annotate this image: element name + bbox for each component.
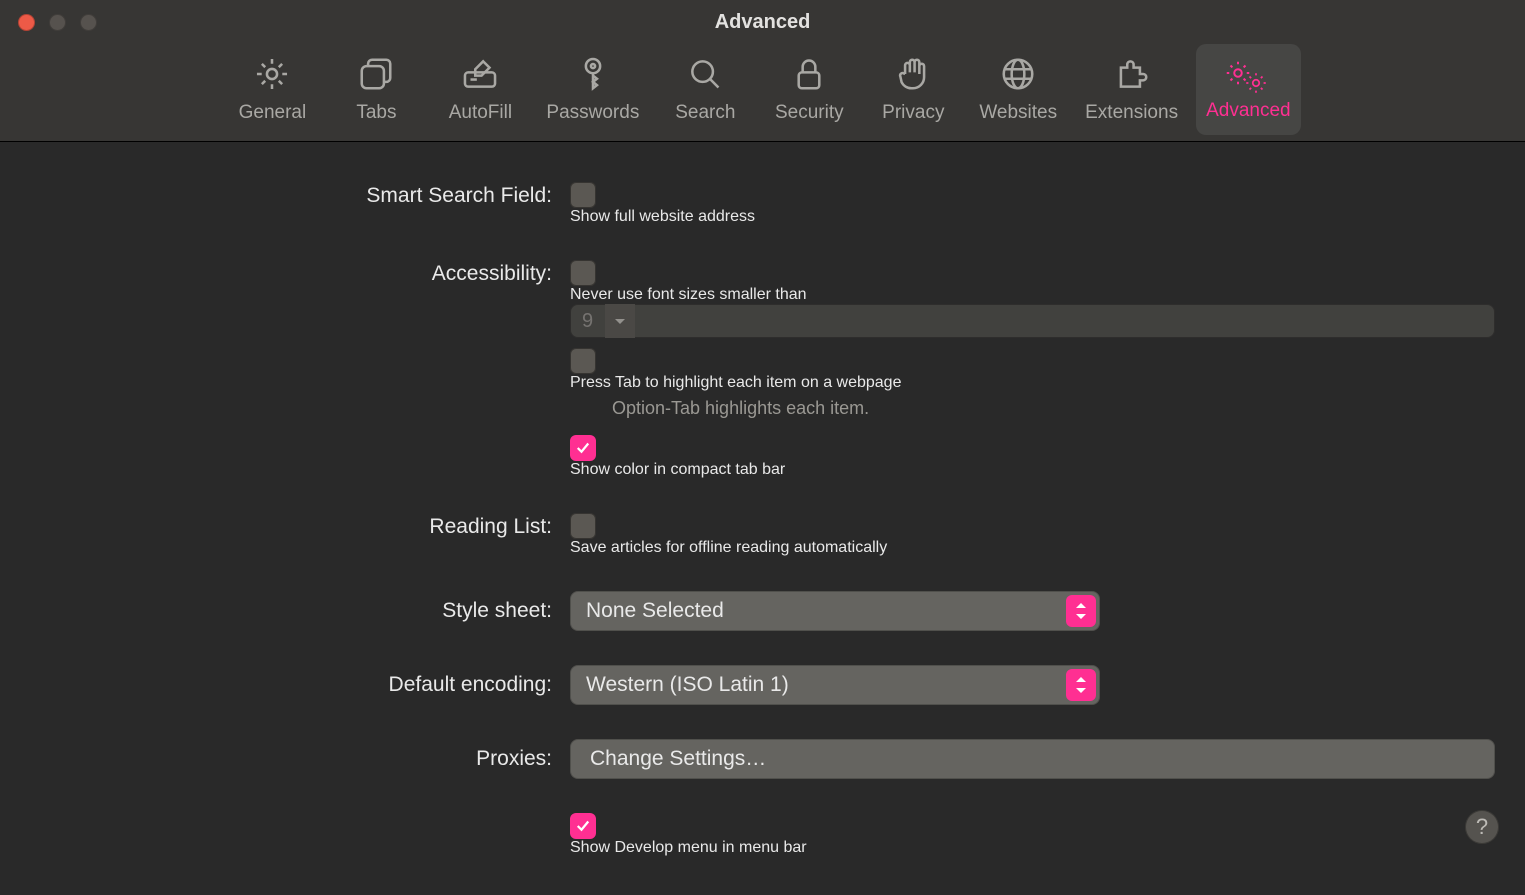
reading-list-section: Reading List: Save articles for offline … [30,513,1495,557]
tab-label: AutoFill [449,102,512,124]
tab-label: Websites [979,102,1057,124]
develop-section: Show Develop menu in menu bar [30,813,1495,857]
tab-extensions[interactable]: Extensions [1075,44,1188,135]
tab-general[interactable]: General [224,44,320,135]
proxies-section: Proxies: Change Settings… [30,739,1495,779]
section-label: Accessibility: [30,260,570,286]
encoding-section: Default encoding: Western (ISO Latin 1) [30,665,1495,705]
popup-arrows-icon [1066,669,1096,701]
hand-icon [894,55,932,98]
lock-icon [790,55,828,98]
help-label: ? [1476,814,1488,840]
style-sheet-value: None Selected [570,599,740,623]
compact-color-label: Show color in compact tab bar [570,461,785,478]
show-develop-checkbox[interactable] [570,813,596,839]
save-offline-label: Save articles for offline reading automa… [570,539,887,556]
change-settings-label: Change Settings… [590,747,766,771]
tab-advanced[interactable]: Advanced [1196,44,1301,135]
min-font-size-value: 9 [570,310,605,333]
help-button[interactable]: ? [1465,810,1499,844]
tab-label: Passwords [546,102,639,124]
tab-tabs[interactable]: Tabs [328,44,424,135]
pencil-field-icon [461,55,499,98]
advanced-pane: Smart Search Field: Show full website ad… [0,142,1525,895]
puzzle-icon [1113,55,1151,98]
min-font-size-checkbox[interactable] [570,260,596,286]
min-font-size-combo[interactable]: 9 [570,304,1495,338]
press-tab-checkbox[interactable] [570,348,596,374]
smart-search-section: Smart Search Field: Show full website ad… [30,182,1495,226]
key-icon [574,55,612,98]
tab-passwords[interactable]: Passwords [536,44,649,135]
style-sheet-section: Style sheet: None Selected [30,591,1495,631]
magnifying-glass-icon [686,55,724,98]
preferences-toolbar: General Tabs AutoFill Passwords Search S… [0,44,1525,142]
section-label: Proxies: [30,739,570,771]
tab-websites[interactable]: Websites [969,44,1067,135]
tab-security[interactable]: Security [761,44,857,135]
section-label: Style sheet: [30,591,570,623]
titlebar: Advanced [0,0,1525,44]
tab-label: Tabs [356,102,396,124]
change-settings-button[interactable]: Change Settings… [570,739,1495,779]
tab-label: Security [775,102,844,124]
tab-autofill[interactable]: AutoFill [432,44,528,135]
tabs-icon [357,55,395,98]
tab-label: Extensions [1085,102,1178,124]
press-tab-label: Press Tab to highlight each item on a we… [570,374,901,391]
section-label: Default encoding: [30,665,570,697]
tab-search[interactable]: Search [657,44,753,135]
section-label: Reading List: [30,513,570,539]
tab-label: General [239,102,307,124]
save-offline-checkbox[interactable] [570,513,596,539]
tab-privacy[interactable]: Privacy [865,44,961,135]
press-tab-hint: Option-Tab highlights each item. [612,398,1495,419]
show-full-address-label: Show full website address [570,208,755,225]
tab-label: Advanced [1206,100,1291,122]
section-label: Smart Search Field: [30,182,570,208]
tab-label: Search [675,102,735,124]
gear-icon [253,55,291,98]
window-title: Advanced [0,11,1525,34]
globe-icon [999,55,1037,98]
style-sheet-popup[interactable]: None Selected [570,591,1100,631]
encoding-value: Western (ISO Latin 1) [570,673,805,697]
popup-arrows-icon [1066,595,1096,627]
min-font-size-label: Never use font sizes smaller than [570,286,807,303]
show-develop-label: Show Develop menu in menu bar [570,839,807,856]
compact-color-checkbox[interactable] [570,435,596,461]
chevron-down-icon [605,304,635,338]
show-full-address-checkbox[interactable] [570,182,596,208]
encoding-popup[interactable]: Western (ISO Latin 1) [570,665,1100,705]
double-gear-icon [1223,58,1273,96]
accessibility-section: Accessibility: Never use font sizes smal… [30,260,1495,479]
tab-label: Privacy [882,102,944,124]
